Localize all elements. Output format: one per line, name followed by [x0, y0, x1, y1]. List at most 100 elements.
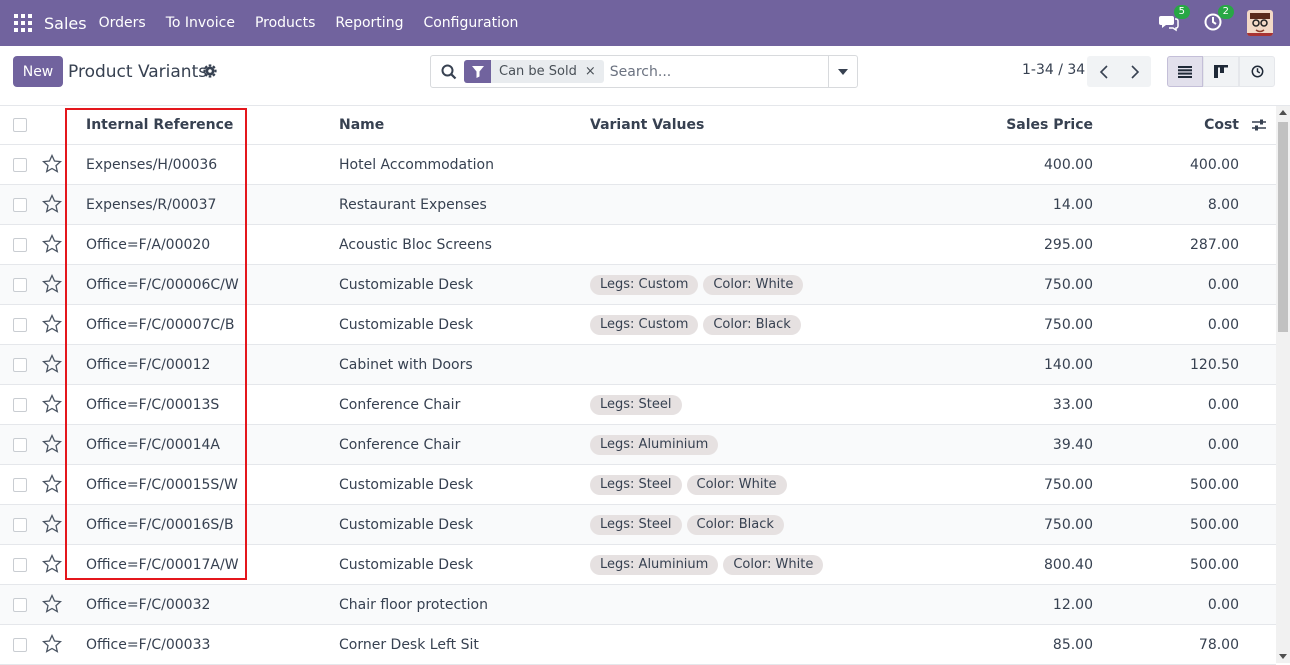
- menu-to-invoice[interactable]: To Invoice: [166, 15, 235, 31]
- row-checkbox[interactable]: [13, 237, 27, 252]
- table-row[interactable]: Office=F/C/00032 Chair floor protection 12…: [0, 585, 1276, 625]
- cell-cost: 0.00: [1207, 396, 1239, 413]
- table-row[interactable]: Office=F/C/00014A Conference Chair Legs: A…: [0, 425, 1276, 465]
- scroll-up-icon[interactable]: [1279, 110, 1287, 115]
- kanban-view-button[interactable]: [1203, 56, 1239, 87]
- select-all-checkbox[interactable]: [13, 118, 27, 132]
- table-row[interactable]: Office=F/C/00012 Cabinet with Doors 140.00…: [0, 345, 1276, 385]
- star-icon[interactable]: [42, 154, 62, 174]
- filter-facet-label: Can be Sold: [499, 64, 577, 79]
- cell-name: Acoustic Bloc Screens: [339, 236, 492, 253]
- pager-previous-button[interactable]: [1087, 56, 1119, 87]
- cell-sales-price: 12.00: [1052, 596, 1093, 613]
- row-checkbox[interactable]: [13, 317, 27, 332]
- messages-button[interactable]: 5: [1159, 5, 1190, 34]
- table-row[interactable]: Office=F/C/00016S/B Customizable Desk Legs…: [0, 505, 1276, 545]
- table-row[interactable]: Office=F/C/00006C/W Customizable Desk Legs…: [0, 265, 1276, 305]
- header-sales-price[interactable]: Sales Price: [1006, 117, 1093, 133]
- cell-internal-reference: Expenses/R/00037: [86, 196, 217, 213]
- table-row[interactable]: Office=F/C/00033 Corner Desk Left Sit 85.0…: [0, 625, 1276, 665]
- variant-tag: Legs: Aluminium: [590, 554, 719, 575]
- menu-reporting[interactable]: Reporting: [335, 15, 403, 31]
- table-row[interactable]: Expenses/R/00037 Restaurant Expenses 14.00…: [0, 185, 1276, 225]
- star-icon[interactable]: [42, 314, 62, 334]
- star-icon[interactable]: [42, 474, 62, 494]
- star-icon[interactable]: [42, 394, 62, 414]
- gear-icon[interactable]: [203, 64, 217, 78]
- cell-internal-reference: Office=F/C/00006C/W: [86, 276, 239, 293]
- cell-sales-price: 33.00: [1052, 396, 1093, 413]
- cell-cost: 0.00: [1207, 596, 1239, 613]
- row-checkbox[interactable]: [13, 597, 27, 612]
- search-icon[interactable]: [441, 64, 457, 80]
- table-row[interactable]: Office=F/C/00015S/W Customizable Desk Legs…: [0, 465, 1276, 505]
- cell-internal-reference: Expenses/H/00036: [86, 156, 218, 173]
- star-icon[interactable]: [42, 554, 62, 574]
- scroll-thumb[interactable]: [1278, 122, 1288, 332]
- menu-configuration[interactable]: Configuration: [423, 15, 518, 31]
- star-icon[interactable]: [42, 634, 62, 654]
- cell-cost: 500.00: [1190, 516, 1239, 533]
- star-icon[interactable]: [42, 354, 62, 374]
- vertical-scrollbar[interactable]: [1276, 106, 1290, 663]
- pager-value[interactable]: 1-34 / 34: [1022, 62, 1085, 78]
- app-brand[interactable]: Sales: [44, 14, 87, 33]
- menu-orders[interactable]: Orders: [99, 15, 146, 31]
- header-name[interactable]: Name: [339, 117, 384, 133]
- row-checkbox[interactable]: [13, 637, 27, 652]
- activity-view-button[interactable]: [1239, 56, 1275, 87]
- cell-name: Cabinet with Doors: [339, 356, 473, 373]
- row-checkbox[interactable]: [13, 277, 27, 292]
- search-options-toggle[interactable]: [828, 56, 857, 87]
- cell-internal-reference: Office=F/C/00016S/B: [86, 516, 234, 533]
- star-icon[interactable]: [42, 194, 62, 214]
- cell-sales-price: 750.00: [1044, 276, 1093, 293]
- pager-next-button[interactable]: [1119, 56, 1151, 87]
- table-row[interactable]: Office=F/C/00007C/B Customizable Desk Legs…: [0, 305, 1276, 345]
- new-button[interactable]: New: [13, 56, 63, 87]
- apps-menu-icon[interactable]: [14, 14, 32, 32]
- header-cost[interactable]: Cost: [1204, 117, 1239, 133]
- activities-button[interactable]: 2: [1203, 5, 1234, 34]
- cell-name: Customizable Desk: [339, 316, 474, 333]
- variant-tag: Color: White: [723, 554, 824, 575]
- star-icon[interactable]: [42, 274, 62, 294]
- cell-cost: 287.00: [1190, 236, 1239, 253]
- optional-columns-icon[interactable]: [1252, 118, 1266, 132]
- row-checkbox[interactable]: [13, 517, 27, 532]
- table-row[interactable]: Office=F/A/00020 Acoustic Bloc Screens 295…: [0, 225, 1276, 265]
- row-checkbox[interactable]: [13, 477, 27, 492]
- star-icon[interactable]: [42, 434, 62, 454]
- row-checkbox[interactable]: [13, 157, 27, 172]
- list-view-button[interactable]: [1167, 56, 1203, 87]
- scroll-down-icon[interactable]: [1279, 654, 1287, 659]
- cell-variant-values: Legs: Steel Color: Black: [590, 514, 789, 535]
- header-internal-reference[interactable]: Internal Reference: [86, 117, 233, 133]
- star-icon[interactable]: [42, 594, 62, 614]
- filter-icon: [464, 60, 491, 83]
- table-row[interactable]: Expenses/H/00036 Hotel Accommodation 400.0…: [0, 145, 1276, 185]
- cell-sales-price: 400.00: [1044, 156, 1093, 173]
- row-checkbox[interactable]: [13, 197, 27, 212]
- row-checkbox[interactable]: [13, 557, 27, 572]
- cell-sales-price: 140.00: [1044, 356, 1093, 373]
- row-checkbox[interactable]: [13, 437, 27, 452]
- star-icon[interactable]: [42, 234, 62, 254]
- cell-cost: 78.00: [1198, 636, 1239, 653]
- cell-cost: 400.00: [1190, 156, 1239, 173]
- variant-tag: Color: Black: [703, 314, 801, 335]
- search-input[interactable]: [609, 63, 830, 80]
- cell-cost: 0.00: [1207, 276, 1239, 293]
- cell-sales-price: 14.00: [1052, 196, 1093, 213]
- star-icon[interactable]: [42, 514, 62, 534]
- table-row[interactable]: Office=F/C/00017A/W Customizable Desk Legs…: [0, 545, 1276, 585]
- cell-sales-price: 39.40: [1052, 436, 1093, 453]
- remove-facet-icon[interactable]: ×: [585, 64, 604, 79]
- row-checkbox[interactable]: [13, 397, 27, 412]
- menu-products[interactable]: Products: [255, 15, 315, 31]
- cell-variant-values: Legs: Custom Color: White: [590, 274, 808, 295]
- table-row[interactable]: Office=F/C/00013S Conference Chair Legs: S…: [0, 385, 1276, 425]
- row-checkbox[interactable]: [13, 357, 27, 372]
- header-variant-values[interactable]: Variant Values: [590, 117, 704, 133]
- user-avatar[interactable]: [1247, 10, 1273, 36]
